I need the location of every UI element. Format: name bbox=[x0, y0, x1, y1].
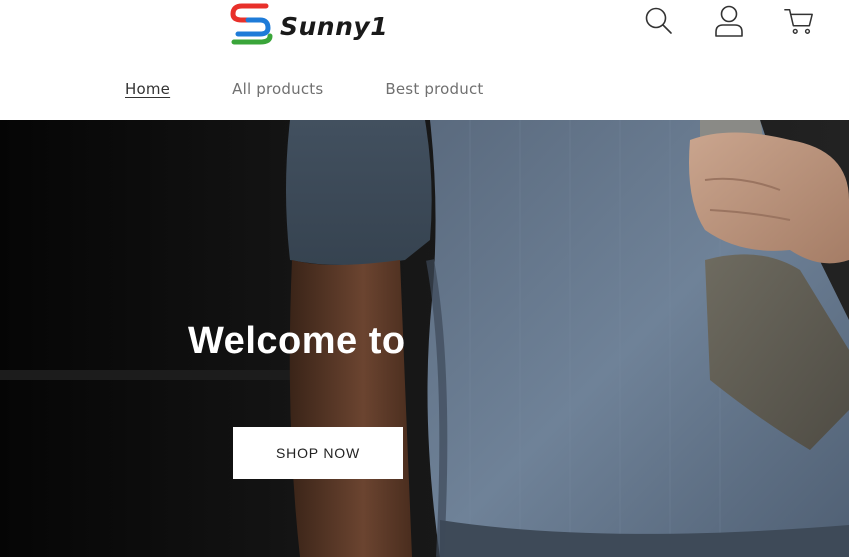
logo-text: Sunny1 bbox=[280, 11, 389, 41]
cart-icon[interactable] bbox=[783, 4, 815, 38]
search-icon[interactable] bbox=[643, 4, 675, 38]
account-icon[interactable] bbox=[713, 4, 745, 38]
site-header: Sunny1 Home All products Best product bbox=[0, 0, 849, 120]
hero-image bbox=[0, 120, 849, 557]
nav-item-all-products[interactable]: All products bbox=[232, 80, 323, 98]
shop-now-button[interactable]: SHOP NOW bbox=[233, 427, 403, 479]
header-icons bbox=[643, 4, 815, 38]
nav-item-home[interactable]: Home bbox=[125, 80, 170, 98]
hero-banner: Welcome to SHOP NOW bbox=[0, 120, 849, 557]
logo[interactable]: Sunny1 bbox=[228, 0, 388, 48]
logo-mark-icon bbox=[230, 3, 273, 45]
nav-item-best-product[interactable]: Best product bbox=[385, 80, 483, 98]
hero-title: Welcome to bbox=[188, 320, 406, 362]
main-nav: Home All products Best product bbox=[125, 80, 483, 98]
